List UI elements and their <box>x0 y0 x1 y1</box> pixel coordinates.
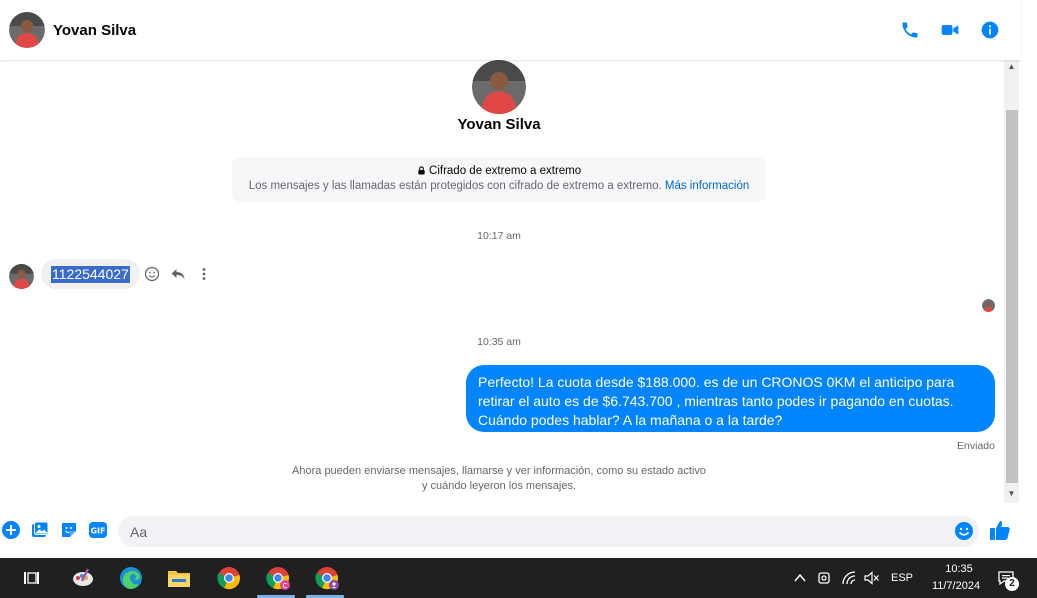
thumbs-up-icon[interactable] <box>989 519 1011 541</box>
messenger-window: Yovan Silva Yovan Silva Cifrado de extre… <box>0 0 1037 598</box>
notification-count-badge: 2 <box>1005 577 1019 591</box>
scrollbar-thumb[interactable] <box>1006 110 1018 483</box>
message-status: Enviado <box>957 440 995 452</box>
peer-avatar[interactable] <box>9 264 34 289</box>
scroll-up-icon[interactable]: ▲ <box>1004 62 1019 74</box>
scroll-down-icon[interactable]: ▼ <box>1004 489 1019 501</box>
phone-icon[interactable] <box>899 19 921 41</box>
activity-info-line: Ahora pueden enviarse mensajes, llamarse… <box>292 465 706 477</box>
sticker-icon[interactable] <box>60 521 78 539</box>
lock-icon <box>418 166 425 175</box>
paint-icon[interactable] <box>71 566 95 590</box>
message-timestamp: 10:17 am <box>477 230 521 242</box>
message-actions <box>143 264 212 284</box>
task-view-icon[interactable] <box>19 566 43 590</box>
incoming-message-text[interactable]: 1122544027 <box>51 265 130 283</box>
react-emoji-icon[interactable] <box>143 264 160 284</box>
svg-text:GIF: GIF <box>90 527 105 536</box>
emoji-icon[interactable] <box>954 521 974 541</box>
message-list[interactable]: Yovan Silva Cifrado de extremo a extremo… <box>0 60 1004 506</box>
chat-header: Yovan Silva <box>0 0 1021 60</box>
outgoing-message-bubble[interactable]: Perfecto! La cuota desde $188.000. es de… <box>466 365 995 432</box>
composer-actions: GIF <box>2 521 107 539</box>
message-input[interactable] <box>118 516 979 547</box>
meet-now-icon[interactable] <box>812 566 836 590</box>
volume-muted-icon[interactable] <box>860 566 884 590</box>
encryption-notice: Cifrado de extremo a extremo Los mensaje… <box>232 157 766 202</box>
plus-icon[interactable] <box>2 521 20 539</box>
contact-name[interactable]: Yovan Silva <box>53 22 136 39</box>
chrome-profile-alt-icon[interactable] <box>315 566 339 590</box>
more-options-icon[interactable] <box>195 264 212 284</box>
profile-avatar[interactable] <box>472 60 526 114</box>
profile-name: Yovan Silva <box>457 116 541 133</box>
message-timestamp: 10:35 am <box>477 336 521 348</box>
message-composer: GIF <box>0 506 1021 558</box>
outgoing-message-text[interactable]: Perfecto! La cuota desde $188.000. es de… <box>478 373 983 430</box>
file-explorer-icon[interactable] <box>167 566 191 590</box>
activity-info-text: Ahora pueden enviarse mensajes, llamarse… <box>274 464 724 494</box>
svg-text:C: C <box>283 582 288 590</box>
chrome-icon[interactable] <box>217 566 241 590</box>
image-icon[interactable] <box>31 521 49 539</box>
info-icon[interactable] <box>979 19 1001 41</box>
edge-browser-icon[interactable] <box>119 566 143 590</box>
chevron-up-icon[interactable] <box>788 566 812 590</box>
clock-time[interactable]: 10:35 <box>939 563 979 575</box>
chrome-profile-icon[interactable]: C <box>266 566 290 590</box>
encryption-description-text: Los mensajes y las llamadas están proteg… <box>248 180 662 192</box>
scrollbar[interactable]: ▲ ▼ <box>1004 60 1019 503</box>
clock-date[interactable]: 11/7/2024 <box>926 580 986 592</box>
header-actions <box>899 19 1001 41</box>
contact-avatar[interactable] <box>9 12 45 48</box>
more-info-link[interactable]: Más información <box>665 180 749 192</box>
encryption-title: Cifrado de extremo a extremo <box>232 165 766 177</box>
window-edge <box>1021 0 1037 558</box>
encryption-description: Los mensajes y las llamadas están proteg… <box>232 180 766 192</box>
wifi-icon[interactable] <box>838 566 862 590</box>
taskbar: C ESP 10:35 11/7/2024 2 <box>0 558 1037 598</box>
reply-icon[interactable] <box>169 264 186 284</box>
language-indicator[interactable]: ESP <box>891 572 913 584</box>
incoming-message-bubble[interactable]: 1122544027 <box>41 259 140 289</box>
activity-info-line: y cuándo leyeron los mensajes. <box>421 480 577 492</box>
seen-indicator-avatar <box>982 299 995 312</box>
encryption-title-text: Cifrado de extremo a extremo <box>429 165 582 177</box>
gif-icon[interactable]: GIF <box>89 521 107 539</box>
video-call-icon[interactable] <box>939 19 961 41</box>
